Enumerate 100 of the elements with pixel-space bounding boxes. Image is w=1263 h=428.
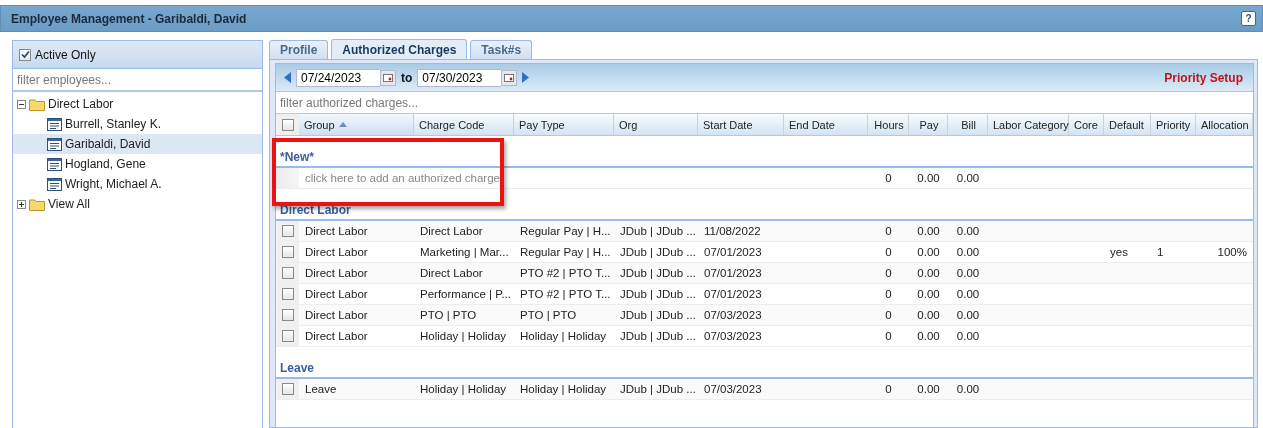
end-date-field[interactable]: 07/30/2023	[417, 68, 502, 87]
folder-icon	[29, 97, 45, 111]
table-cell-text: 0.00	[955, 308, 981, 323]
table-cell-text: JDub | JDub ...	[619, 266, 697, 281]
help-button[interactable]: ?	[1241, 11, 1256, 26]
table-cell-text: Direct Labor	[304, 287, 369, 302]
column-header[interactable]: Default	[1104, 114, 1151, 135]
table-cell-text: 0.00	[916, 308, 941, 323]
checkbox[interactable]	[281, 288, 294, 300]
table-cell-text: 1	[1156, 245, 1165, 260]
column-header[interactable]: Org	[614, 114, 698, 135]
add-charge-row[interactable]: click here to add an authorized charge 0 0.00 0.00	[276, 168, 1253, 189]
table-cell-text: PTO | PTO	[419, 308, 478, 323]
table-cell-text: 0.00	[955, 245, 981, 260]
checkbox[interactable]	[281, 225, 294, 237]
table-cell-text: Regular Pay | H...	[519, 224, 612, 239]
checkbox[interactable]	[19, 48, 31, 61]
to-label: to	[401, 70, 413, 85]
table-cell-text: JDub | JDub ...	[619, 245, 697, 260]
priority-setup-link[interactable]: Priority Setup	[1164, 70, 1243, 85]
calendar-icon[interactable]	[380, 69, 396, 86]
table-cell-text: PTO #2 | PTO T...	[519, 287, 612, 302]
tree-item[interactable]: Wright, Michael A.	[13, 174, 262, 194]
table-cell-text: PTO | PTO	[519, 308, 578, 323]
checkbox[interactable]	[281, 309, 294, 321]
table-cell-text: Leave	[304, 382, 338, 397]
table-cell-text: Direct Labor	[419, 224, 484, 239]
column-header[interactable]: Start Date	[698, 114, 784, 135]
column-header[interactable]: Hours	[868, 114, 909, 135]
table-cell-text: 0.00	[916, 266, 941, 281]
tab[interactable]: Authorized Charges	[331, 39, 468, 59]
table-cell-text: Direct Labor	[304, 224, 369, 239]
checkbox[interactable]	[281, 383, 294, 395]
calendar-icon[interactable]	[501, 69, 518, 86]
column-header[interactable]: Pay Type	[514, 114, 614, 135]
column-header[interactable]: Priority	[1151, 114, 1196, 135]
column-header[interactable]: Group	[299, 114, 414, 135]
column-header[interactable]: Pay	[909, 114, 948, 135]
checkbox[interactable]	[281, 267, 294, 279]
table-cell-text: 11/08/2022	[703, 224, 762, 239]
table-cell-text: 0.00	[955, 224, 981, 239]
table-cell-text: 0	[884, 171, 893, 186]
id-card-icon	[47, 137, 62, 151]
tree-item[interactable]: Burrell, Stanley K.	[13, 114, 262, 134]
column-header[interactable]: Core	[1069, 114, 1104, 135]
table-cell-text: JDub | JDub ...	[619, 329, 697, 344]
table-cell-text: Direct Labor	[419, 266, 484, 281]
column-header[interactable]: Labor Category	[988, 114, 1069, 135]
table-cell-text: 0	[884, 382, 893, 397]
table-cell-text: Holiday | Holiday	[419, 329, 508, 344]
table-cell-text: 0.00	[916, 329, 941, 344]
next-icon[interactable]	[522, 72, 530, 83]
tree-folder[interactable]: Direct Labor	[13, 94, 262, 114]
previous-icon[interactable]	[284, 72, 291, 83]
table-cell-text: 07/01/2023	[703, 287, 763, 302]
start-date-field[interactable]: 07/24/2023	[296, 68, 380, 87]
tab[interactable]: Task#s	[470, 40, 533, 59]
table-cell-text: 0.00	[955, 171, 981, 186]
tree-item[interactable]: Garibaldi, David	[13, 134, 262, 154]
column-header[interactable]: Allocation	[1196, 114, 1253, 135]
table-cell-text: yes	[1109, 245, 1129, 260]
table-cell-text: JDub | JDub ...	[619, 308, 697, 323]
table-cell-text: 0.00	[916, 224, 941, 239]
table-cell-text: Holiday | Holiday	[519, 382, 608, 397]
table-cell-text: JDub | JDub ...	[619, 287, 697, 302]
table-cell-text: 0	[884, 308, 893, 323]
table-cell-text: 0	[884, 245, 893, 260]
table-cell-text: 0	[884, 287, 893, 302]
table-cell-text: 07/01/2023	[703, 245, 763, 260]
table-cell-text: 07/01/2023	[703, 266, 763, 281]
folder-icon	[29, 197, 45, 211]
table-cell-text: 07/03/2023	[703, 329, 763, 344]
checkbox[interactable]	[281, 330, 294, 342]
expand-icon[interactable]	[17, 199, 26, 209]
collapse-icon[interactable]	[17, 99, 26, 109]
table-cell-text: Holiday | Holiday	[519, 329, 608, 344]
table-cell-text: JDub | JDub ...	[619, 224, 697, 239]
table-cell-text: Holiday | Holiday	[419, 382, 508, 397]
table-cell-text: JDub | JDub ...	[619, 382, 697, 397]
tab[interactable]: Profile	[269, 40, 329, 59]
table-cell-text: 0	[884, 266, 893, 281]
column-header[interactable]: Charge Code	[414, 114, 514, 135]
checkbox[interactable]	[281, 246, 294, 258]
table-cell-text: Direct Labor	[304, 329, 369, 344]
sort-ascending-icon	[339, 122, 347, 127]
table-cell-text: 07/03/2023	[703, 382, 763, 397]
column-header[interactable]: Bill	[948, 114, 988, 135]
table-cell-text: Direct Labor	[304, 245, 369, 260]
id-card-icon	[47, 157, 62, 171]
tree-folder[interactable]: View All	[13, 194, 262, 214]
tree-item[interactable]: Hogland, Gene	[13, 154, 262, 174]
checkbox[interactable]	[281, 118, 294, 131]
table-cell-text: 0.00	[955, 382, 981, 397]
table-cell-text: 0	[884, 224, 893, 239]
table-cell-text: 07/03/2023	[703, 308, 763, 323]
column-header[interactable]: End Date	[784, 114, 868, 135]
table-cell-text: Marketing | Mar...	[419, 245, 510, 260]
table-cell-text: 0.00	[916, 245, 941, 260]
table-cell-text: PTO #2 | PTO T...	[519, 266, 612, 281]
table-cell-text: 0.00	[916, 287, 941, 302]
